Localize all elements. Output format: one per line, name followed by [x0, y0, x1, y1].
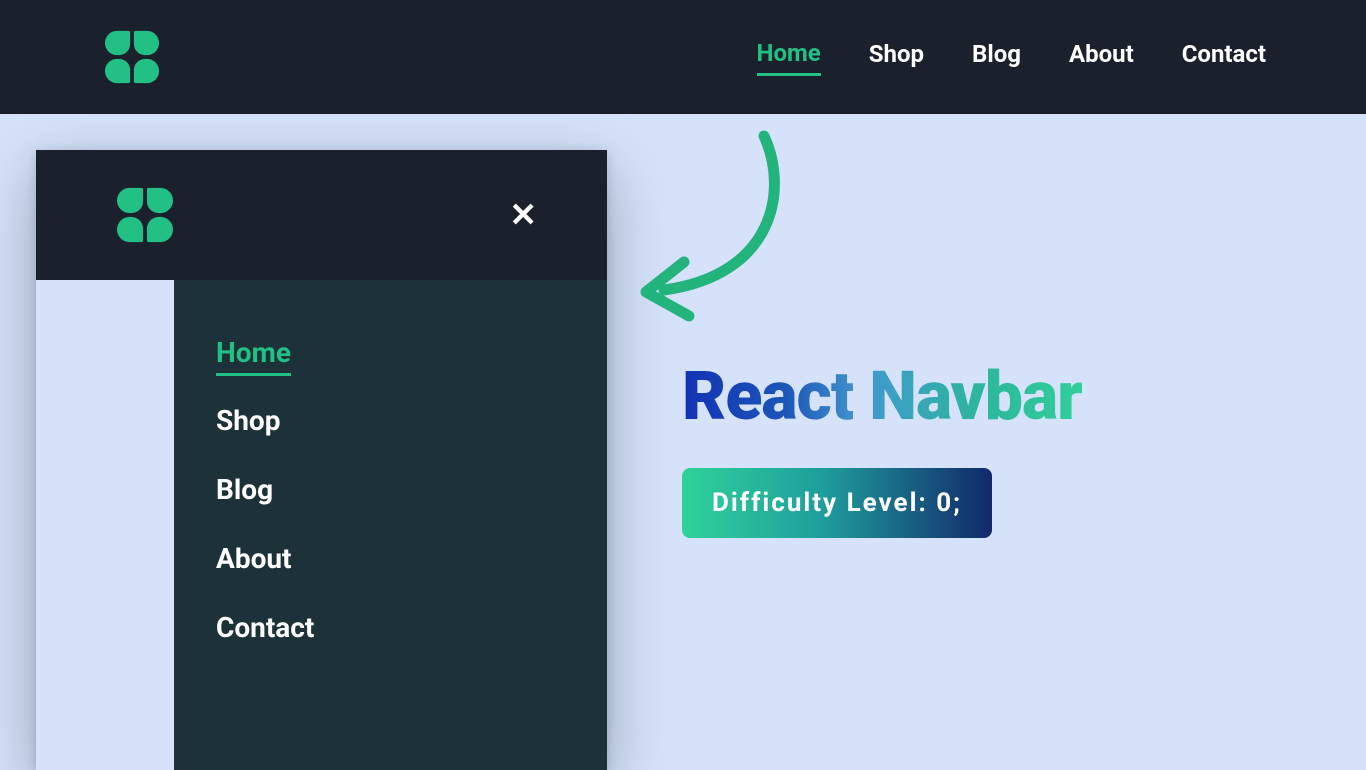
difficulty-badge: Difficulty Level: 0; [682, 468, 992, 538]
nav-item-home[interactable]: Home [757, 39, 821, 76]
nav-item-shop[interactable]: Shop [869, 40, 924, 74]
mobile-preview-panel: ✕ Home Shop Blog About Contact [36, 150, 607, 770]
mobile-body: Home Shop Blog About Contact [36, 280, 607, 770]
logo-icon [104, 29, 160, 85]
nav-item-contact[interactable]: Contact [1182, 40, 1266, 74]
hero-title-word-2: Navbar [869, 356, 1082, 436]
mobile-left-strip [36, 280, 174, 770]
nav-item-blog[interactable]: Blog [972, 40, 1021, 74]
mobile-logo[interactable] [116, 186, 174, 244]
logo-icon [116, 186, 174, 244]
mobile-menu-item-home[interactable]: Home [216, 328, 291, 376]
mobile-navbar: ✕ [36, 150, 607, 280]
mobile-menu-item-shop[interactable]: Shop [216, 396, 280, 445]
nav-links: Home Shop Blog About Contact [757, 39, 1266, 76]
logo[interactable] [104, 29, 160, 85]
hero-title: React Navbar [682, 362, 1338, 430]
mobile-menu: Home Shop Blog About Contact [174, 280, 607, 770]
mobile-menu-item-about[interactable]: About [216, 534, 292, 583]
mobile-menu-item-contact[interactable]: Contact [216, 603, 314, 652]
curved-arrow-icon [634, 130, 794, 330]
close-icon[interactable]: ✕ [509, 199, 537, 232]
nav-item-about[interactable]: About [1069, 40, 1134, 74]
mobile-menu-item-blog[interactable]: Blog [216, 465, 273, 514]
hero-title-word-1: React [682, 356, 853, 436]
hero-section: React Navbar Difficulty Level: 0; [638, 130, 1338, 538]
top-navbar: Home Shop Blog About Contact [0, 0, 1366, 114]
